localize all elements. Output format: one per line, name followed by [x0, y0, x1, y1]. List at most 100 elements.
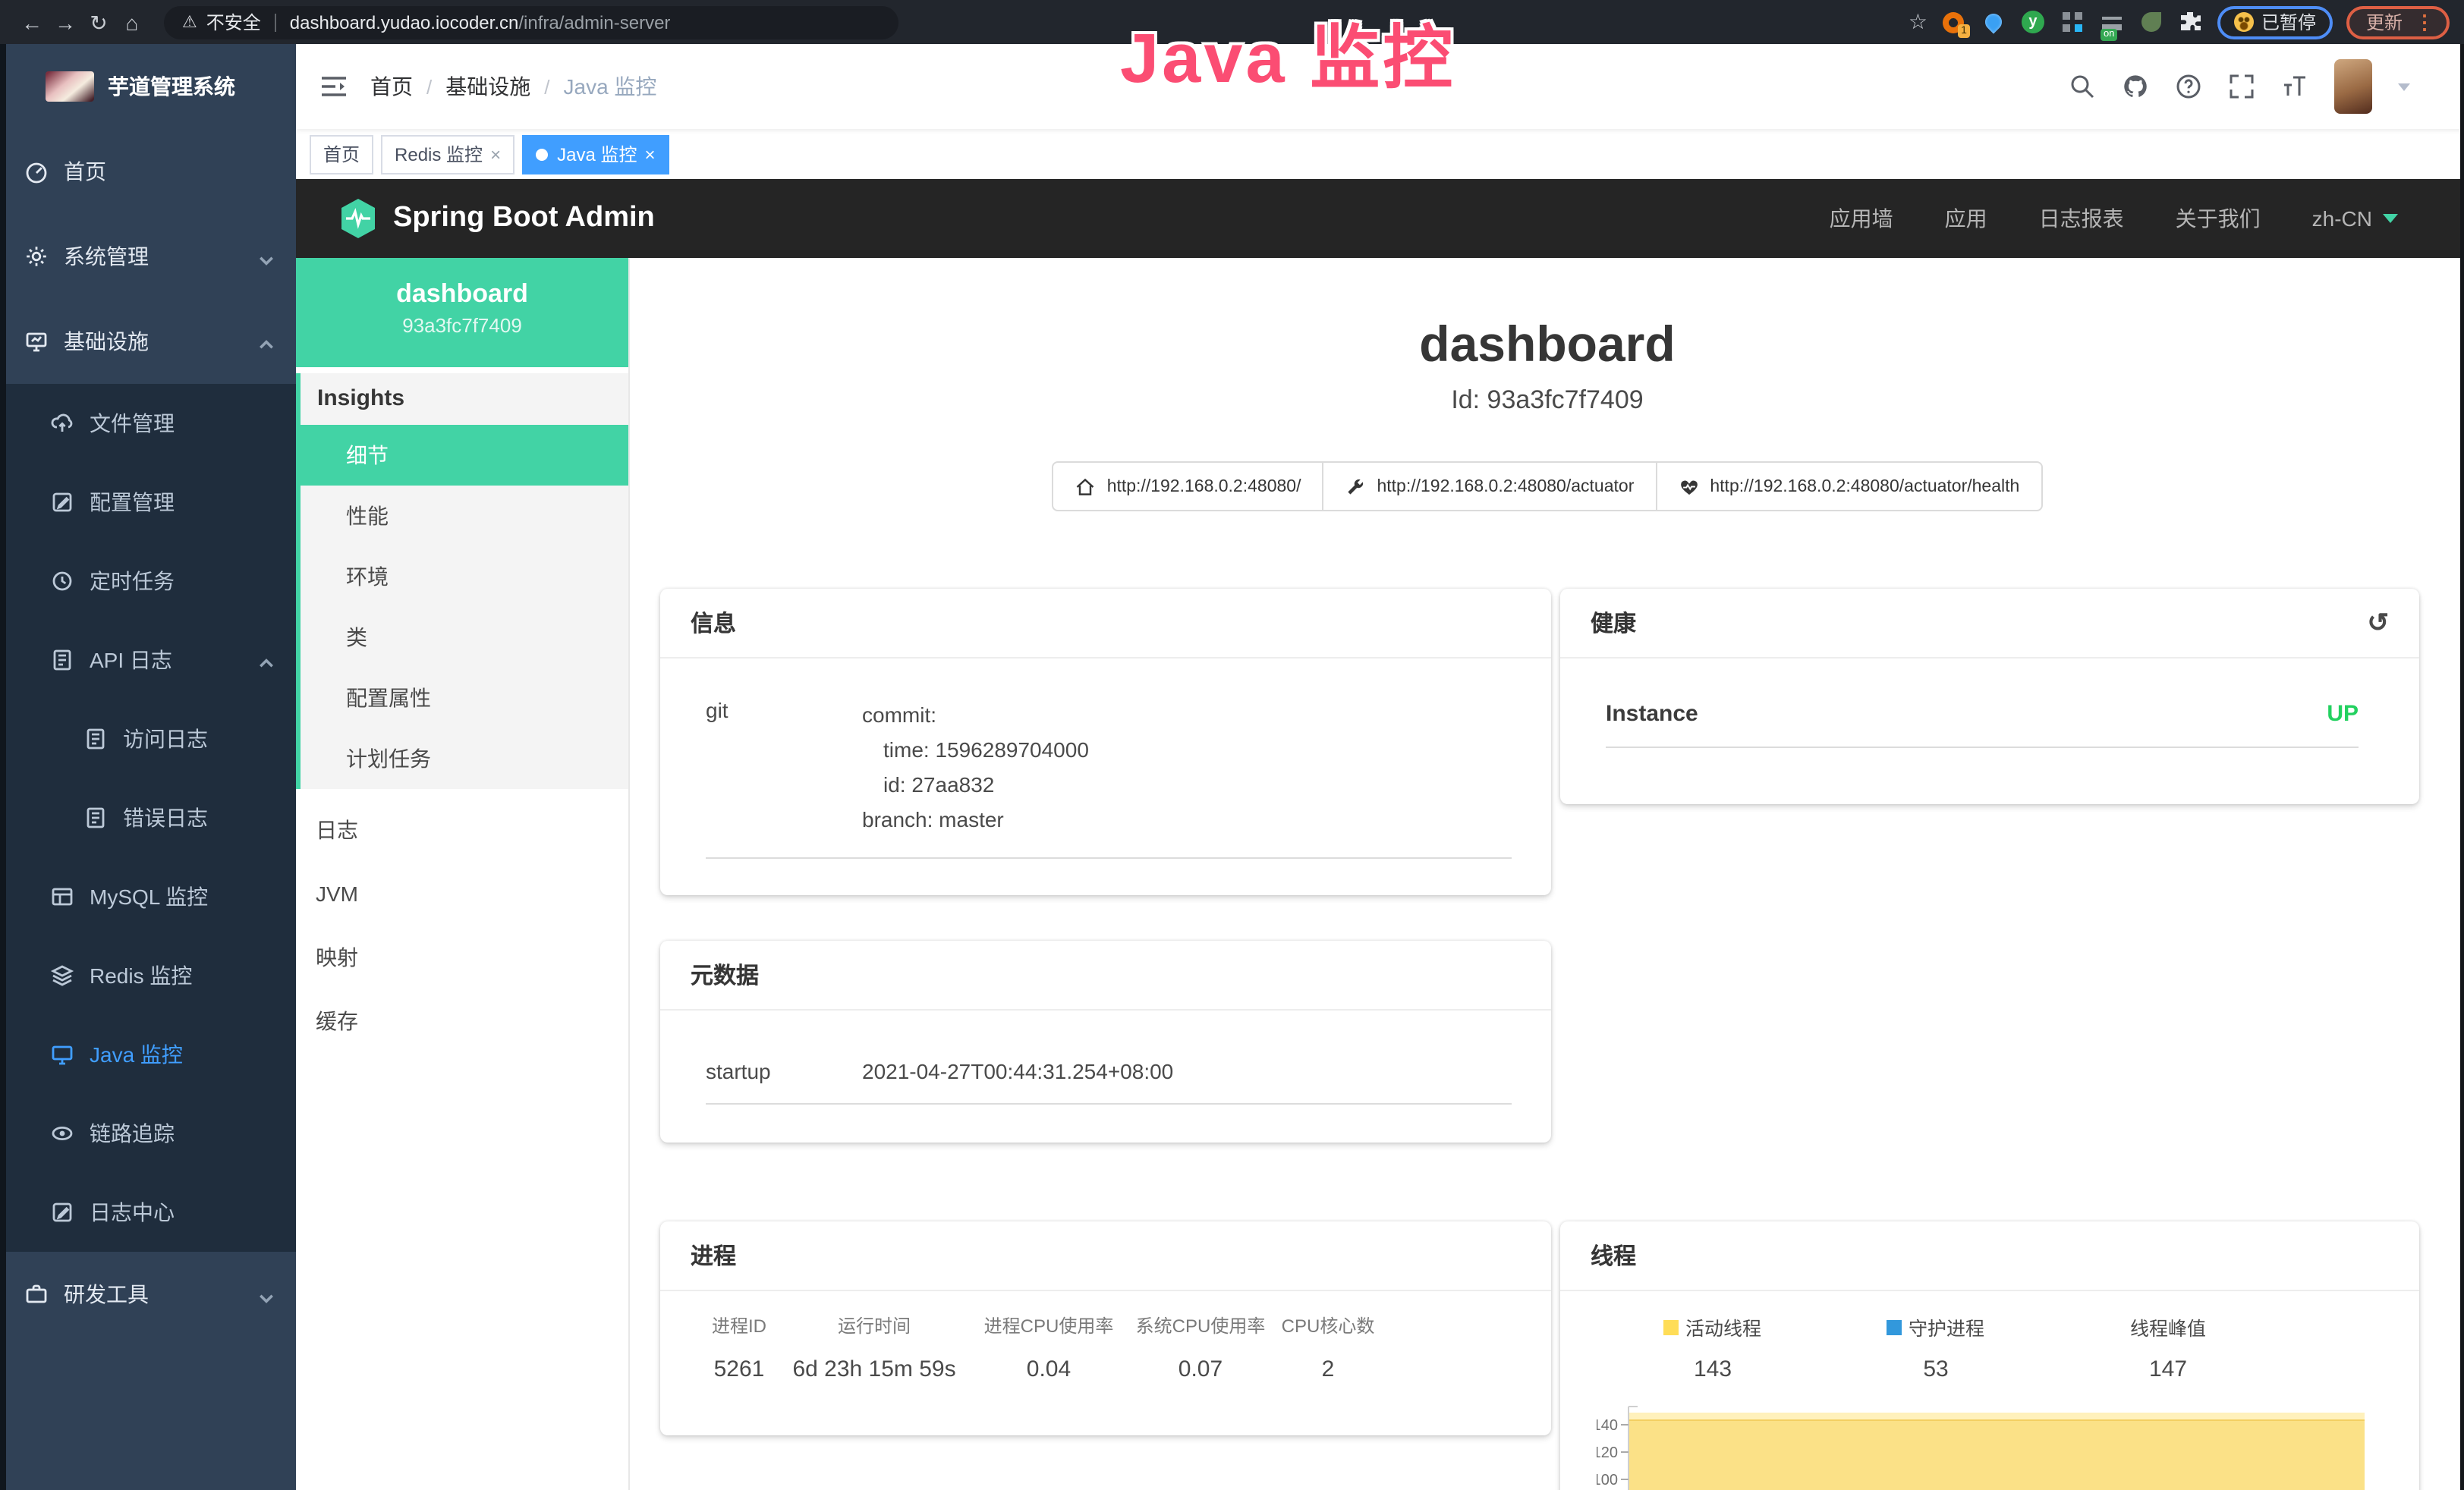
sidebar-item-access-logs[interactable]: 访问日志 [0, 699, 296, 778]
browser-forward-icon[interactable]: → [49, 5, 82, 39]
sba-nav-about[interactable]: 关于我们 [2176, 203, 2261, 234]
health-url-link[interactable]: http://192.168.0.2:48080/actuator/health [1655, 461, 2042, 511]
sba-item-environment[interactable]: 环境 [301, 546, 628, 607]
sba-nav-wallboard[interactable]: 应用墙 [1830, 203, 1893, 234]
sidebar-item-label: 文件管理 [90, 408, 175, 439]
edit-square-icon [50, 490, 74, 514]
extension-orange-icon[interactable]: 1 [1941, 9, 1967, 35]
legend-value: 53 [1826, 1356, 2046, 1382]
fullscreen-icon[interactable] [2228, 73, 2255, 100]
sba-logo-icon [338, 197, 378, 240]
github-icon[interactable] [2122, 73, 2149, 100]
chevron-down-icon [258, 1286, 275, 1303]
help-icon[interactable] [2175, 73, 2202, 100]
sba-item-jvm[interactable]: JVM [296, 862, 628, 926]
sidebar-item-error-logs[interactable]: 错误日志 [0, 778, 296, 857]
breadcrumb-infrastructure[interactable]: 基础设施 [445, 71, 530, 102]
sidebar-item-label: 系统管理 [64, 241, 149, 272]
metadata-card-body: startup 2021-04-27T00:44:31.254+08:00 [660, 1011, 1551, 1105]
sidebar-logo-row[interactable]: 芋道管理系统 [0, 44, 296, 129]
extension-badge: 1 [1958, 24, 1970, 38]
sidebar-item-dev-tools[interactable]: 研发工具 [0, 1252, 296, 1337]
sidebar-item-label: 配置管理 [90, 487, 175, 517]
sba-item-details[interactable]: 细节 [296, 425, 628, 486]
sba-item-metrics[interactable]: 性能 [301, 486, 628, 546]
tab-close-icon[interactable]: × [644, 143, 655, 165]
sidebar-item-java-monitor[interactable]: Java 监控 [0, 1015, 296, 1094]
sidebar-item-file-management[interactable]: 文件管理 [0, 384, 296, 463]
document-edit-icon [83, 806, 108, 830]
instance-header[interactable]: dashboard 93a3fc7f7409 [296, 258, 628, 367]
val-pid: 5261 [681, 1356, 797, 1382]
sidebar-item-infrastructure[interactable]: 基础设施 [0, 299, 296, 384]
info-row-label: git [706, 698, 862, 838]
browser-home-icon[interactable]: ⌂ [115, 5, 149, 39]
sidebar-item-label: Redis 监控 [90, 960, 192, 991]
sidebar-item-mysql-monitor[interactable]: MySQL 监控 [0, 857, 296, 936]
screen: ← → ↻ ⌂ ⚠ 不安全 dashboard.yudao.iocoder.cn… [0, 0, 2464, 1490]
sba-item-logs[interactable]: 日志 [296, 798, 628, 862]
sidebar-item-system[interactable]: 系统管理 [0, 214, 296, 299]
sba-nav-applications[interactable]: 应用 [1945, 203, 1987, 234]
metadata-card-title: 元数据 [691, 959, 759, 991]
font-size-icon[interactable] [2281, 73, 2308, 100]
sba-item-mappings[interactable]: 映射 [296, 926, 628, 989]
health-card: 健康 ↺ Instance UP [1560, 589, 2419, 804]
sidebar-item-home[interactable]: 首页 [0, 129, 296, 214]
browser-reload-icon[interactable]: ↻ [82, 5, 115, 39]
gauge-icon [24, 159, 49, 184]
legend-live-threads: 活动线程 143 [1603, 1312, 1823, 1382]
history-icon[interactable]: ↺ [2368, 610, 2390, 636]
user-avatar[interactable] [2334, 59, 2372, 114]
process-card: 进程 进程ID 运行时间 进程CPU使用率 系统CPU使用率 CPU核心数 [660, 1221, 1551, 1435]
actuator-url-link[interactable]: http://192.168.0.2:48080/actuator [1322, 461, 1657, 511]
profile-paused-badge[interactable]: 已暂停 [2217, 5, 2333, 39]
ytick-100: 100 [1597, 1472, 1618, 1488]
extension-pin-icon[interactable] [1981, 9, 2006, 35]
val-system-cpu: 0.07 [1146, 1356, 1255, 1382]
hamburger-icon[interactable] [320, 74, 348, 99]
browser-back-icon[interactable]: ← [15, 5, 49, 39]
ytick-120: 120 [1597, 1444, 1618, 1461]
sidebar-item-log-center[interactable]: 日志中心 [0, 1173, 296, 1252]
gear-icon [24, 244, 49, 269]
breadcrumb-home[interactable]: 首页 [370, 71, 413, 102]
sidebar-item-label: 日志中心 [90, 1197, 175, 1228]
sidebar-item-tracing[interactable]: 链路追踪 [0, 1094, 296, 1173]
extension-grid-icon[interactable] [2060, 9, 2085, 35]
sba-locale-select[interactable]: zh-CN [2312, 206, 2398, 231]
sidebar-item-redis-monitor[interactable]: Redis 监控 [0, 936, 296, 1015]
sba-item-caches[interactable]: 缓存 [296, 989, 628, 1053]
browser-update-button[interactable]: 更新 ⋮ [2346, 5, 2450, 39]
sidebar-item-scheduled-jobs[interactable]: 定时任务 [0, 542, 296, 621]
col-system-cpu: 系统CPU使用率 [1146, 1312, 1255, 1338]
tab-close-icon[interactable]: × [490, 143, 501, 165]
sidebar-item-config-management[interactable]: 配置管理 [0, 463, 296, 542]
bookmark-star-icon[interactable]: ☆ [1909, 9, 1927, 35]
extension-leaf-icon[interactable] [2138, 9, 2164, 35]
health-instance-row[interactable]: Instance UP [1606, 701, 2359, 727]
tab-java-monitor[interactable]: Java 监控 × [522, 134, 669, 174]
search-icon[interactable] [2069, 73, 2096, 100]
url-host: dashboard.yudao.iocoder.cn [290, 11, 519, 33]
extensions-puzzle-icon[interactable] [2178, 9, 2204, 35]
profile-avatar-emoji-icon [2234, 12, 2254, 32]
address-bar[interactable]: ⚠ 不安全 dashboard.yudao.iocoder.cn/infra/a… [164, 5, 898, 39]
extension-switch-icon[interactable]: on [2099, 9, 2125, 35]
health-card-header: 健康 ↺ [1560, 589, 2419, 659]
extension-green-icon[interactable]: y [2020, 9, 2046, 35]
tab-redis-monitor[interactable]: Redis 监控 × [381, 134, 515, 174]
sba-item-scheduled-tasks[interactable]: 计划任务 [301, 728, 628, 789]
service-url-link[interactable]: http://192.168.0.2:48080/ [1053, 461, 1324, 511]
sba-nav-journal[interactable]: 日志报表 [2039, 203, 2124, 234]
tab-home[interactable]: 首页 [310, 134, 373, 174]
sba-brand[interactable]: Spring Boot Admin [338, 197, 655, 240]
sba-item-classes[interactable]: 类 [301, 607, 628, 668]
sidebar-item-label: 链路追踪 [90, 1118, 175, 1149]
metadata-card: 元数据 startup 2021-04-27T00:44:31.254+08:0… [660, 941, 1551, 1143]
avatar-caret-icon[interactable] [2398, 83, 2410, 90]
address-divider [275, 13, 276, 31]
sidebar-item-label: 基础设施 [64, 326, 149, 357]
sidebar-item-api-logs[interactable]: API 日志 [0, 621, 296, 699]
sba-item-config-props[interactable]: 配置属性 [301, 668, 628, 728]
